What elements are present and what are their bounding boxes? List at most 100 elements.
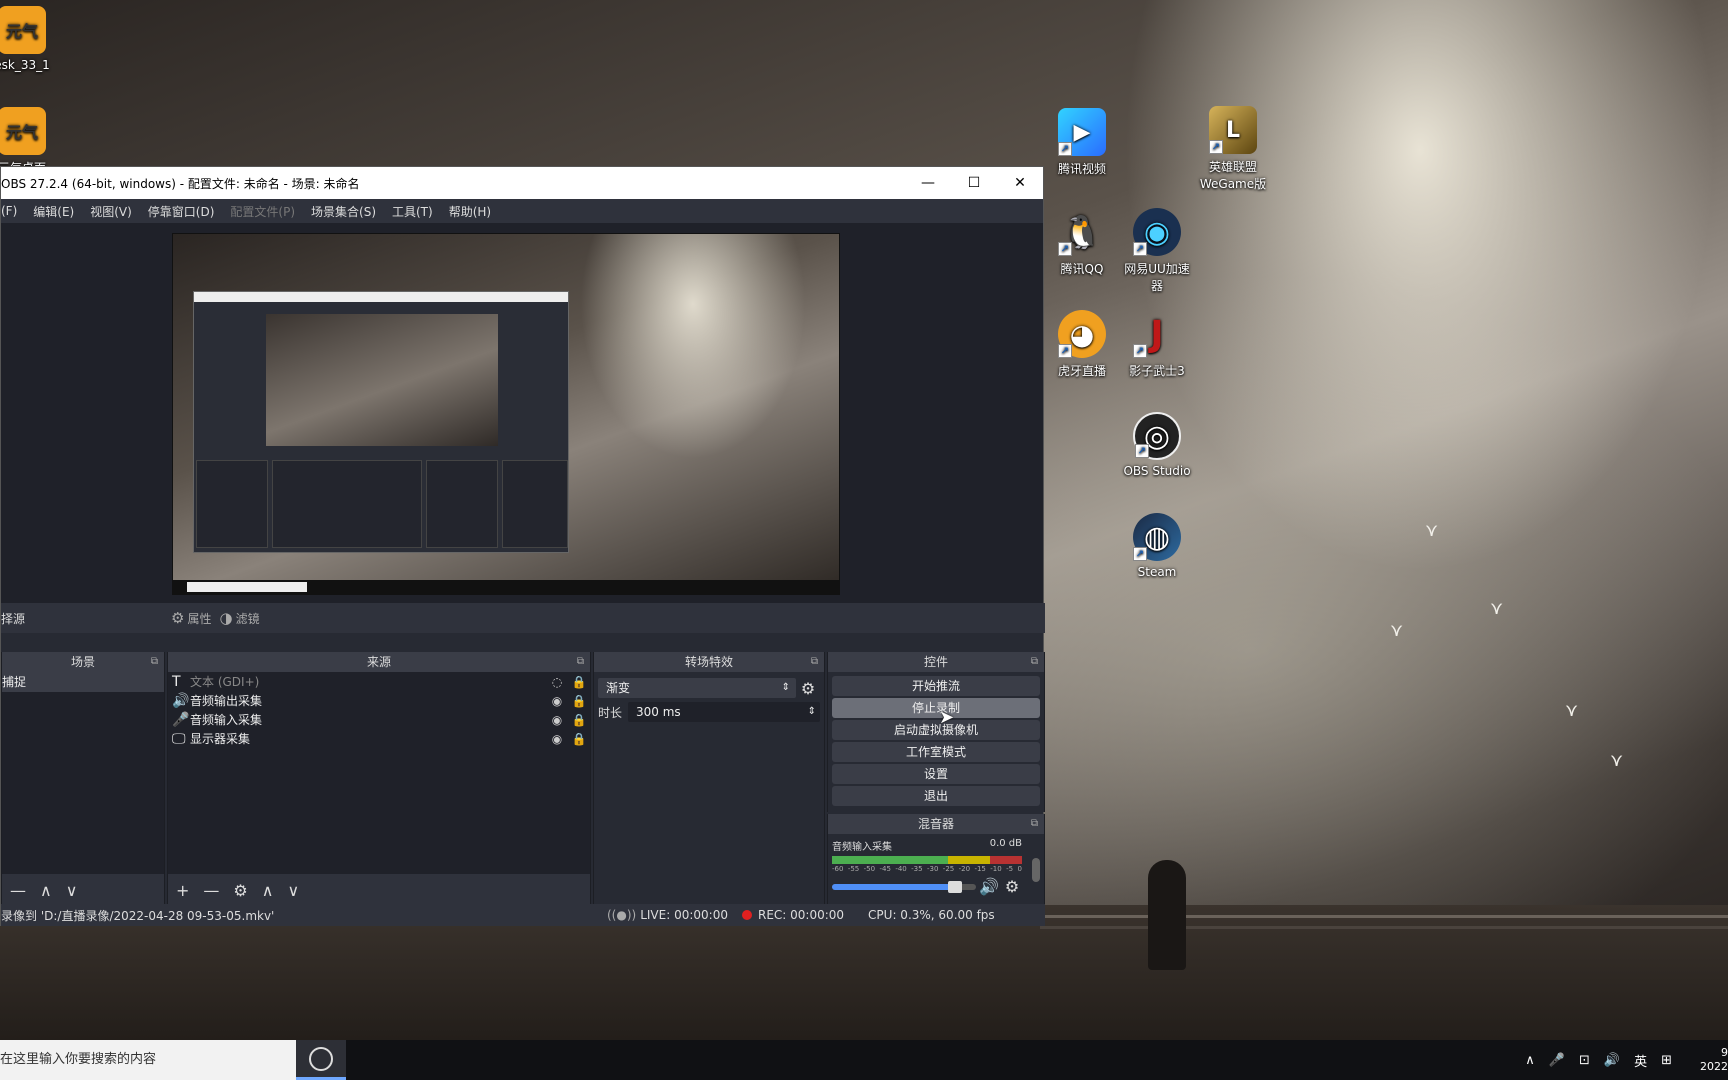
- menu-file[interactable]: (F): [1, 204, 17, 218]
- move-down-button[interactable]: ∨: [287, 881, 299, 900]
- move-down-button[interactable]: ∨: [66, 881, 78, 900]
- desktop-icon-steam[interactable]: ◍ ↗ Steam: [1117, 513, 1197, 579]
- scene-item[interactable]: 捕捉: [2, 672, 164, 692]
- float-icon[interactable]: ⧉: [577, 652, 584, 672]
- menu-profile[interactable]: 配置文件(P): [230, 203, 295, 220]
- desktop-icon-yuanqi2[interactable]: 元气 元气桌面: [0, 107, 62, 169]
- desktop-icon-shadow-warrior[interactable]: J ↗ 影子武士3: [1117, 310, 1197, 379]
- desktop-icon-label: 影子武士3: [1129, 364, 1185, 378]
- lock-icon[interactable]: 🔒: [568, 732, 590, 746]
- start-streaming-button[interactable]: 开始推流: [832, 676, 1040, 696]
- float-icon[interactable]: ⧉: [811, 652, 818, 672]
- volume-slider[interactable]: [832, 880, 976, 893]
- remove-source-button[interactable]: —: [203, 881, 219, 900]
- transition-settings-gear-icon[interactable]: ⚙: [796, 679, 820, 698]
- float-icon[interactable]: ⧉: [1031, 814, 1038, 834]
- tray-clock[interactable]: 9 2022: [1686, 1046, 1728, 1074]
- transitions-dock: 转场特效 ⧉ 渐变 ⇕ ⚙ 时长 300 ms ⇕: [593, 652, 825, 906]
- duration-input[interactable]: 300 ms ⇕: [628, 702, 820, 722]
- desktop-icon-qq[interactable]: 🐧 ↗ 腾讯QQ: [1042, 208, 1122, 277]
- lock-icon[interactable]: 🔒: [568, 694, 590, 708]
- eye-icon[interactable]: ◉: [546, 713, 568, 727]
- transition-select[interactable]: 渐变 ⇕: [598, 678, 796, 698]
- close-button[interactable]: ✕: [997, 167, 1043, 199]
- meter-tick-label: -55: [847, 865, 860, 873]
- taskbar-obs-button[interactable]: [296, 1040, 346, 1080]
- menu-scene-collection[interactable]: 场景集合(S): [311, 203, 376, 220]
- gear-icon[interactable]: ⚙: [1002, 877, 1022, 896]
- lock-icon[interactable]: 🔒: [568, 675, 590, 689]
- desktop-icon-obs[interactable]: ◎ ↗ OBS Studio: [1117, 412, 1197, 478]
- stop-recording-button[interactable]: 停止录制: [832, 698, 1040, 718]
- tray-network-icon[interactable]: ⊡: [1579, 1053, 1590, 1068]
- taskbar-search[interactable]: 在这里输入你要搜索的内容: [0, 1040, 296, 1080]
- source-item-audio-output[interactable]: 🔊 音频输出采集 ◉ 🔒: [168, 691, 590, 710]
- start-virtual-camera-button[interactable]: 启动虚拟摄像机: [832, 720, 1040, 740]
- move-up-button[interactable]: ∧: [40, 881, 52, 900]
- tray-ime-label[interactable]: 英: [1634, 1051, 1647, 1070]
- obs-titlebar[interactable]: OBS 27.2.4 (64-bit, windows) - 配置文件: 未命名…: [1, 167, 1043, 199]
- controls-header: 控件 ⧉: [828, 652, 1044, 672]
- tray-chevron-icon[interactable]: ∧: [1525, 1053, 1535, 1068]
- float-icon[interactable]: ⧉: [1031, 652, 1038, 672]
- no-source-label: 择源: [1, 611, 26, 626]
- desktop-icon-tencent-video[interactable]: ▶ ↗ 腾讯视频: [1042, 108, 1122, 177]
- uu-accelerator-icon: ◉ ↗: [1133, 208, 1181, 256]
- menubar: (F) 编辑(E) 视图(V) 停靠窗口(D) 配置文件(P) 场景集合(S) …: [1, 199, 1043, 223]
- settings-button[interactable]: 设置: [832, 764, 1040, 784]
- exit-button[interactable]: 退出: [832, 786, 1040, 806]
- preview-nested-obs: [193, 291, 569, 553]
- filter-icon: ◑: [219, 609, 233, 627]
- tray-volume-icon[interactable]: 🔊: [1604, 1053, 1620, 1068]
- live-time: LIVE: 00:00:00: [640, 908, 728, 922]
- tray-ime-mode-icon[interactable]: ⊞: [1661, 1053, 1672, 1068]
- preview-canvas[interactable]: [172, 233, 840, 595]
- rec-dot-icon: [741, 910, 752, 920]
- mixer-dock: 混音器 ⧉ 音频输入采集 0.0 dB -60 -55 -50 -45 -40 -35 -30…: [827, 814, 1045, 904]
- huya-icon: ◕ ↗: [1058, 310, 1106, 358]
- eye-hidden-icon[interactable]: ◌: [546, 675, 568, 689]
- add-source-button[interactable]: +: [176, 881, 189, 900]
- mixer-header: 混音器 ⧉: [828, 814, 1044, 834]
- wallpaper-railing: [1040, 915, 1728, 929]
- float-icon[interactable]: ⧉: [151, 652, 158, 672]
- studio-mode-button[interactable]: 工作室模式: [832, 742, 1040, 762]
- source-settings-button[interactable]: ⚙: [233, 881, 247, 900]
- menu-edit[interactable]: 编辑(E): [33, 203, 74, 220]
- properties-button[interactable]: ⚙ 属性: [171, 609, 211, 627]
- shadow-warrior-icon: J ↗: [1133, 310, 1181, 358]
- status-bar: 录像到 'D:/直播录像/2022-04-28 09-53-05.mkv' ((…: [1, 904, 1045, 926]
- desktop-icon-yuanqi1[interactable]: 元气 esk_33_1: [0, 6, 62, 72]
- mixer-scrollbar[interactable]: [1032, 858, 1040, 882]
- eye-icon[interactable]: ◉: [546, 694, 568, 708]
- obs-studio-icon: ◎ ↗: [1133, 412, 1181, 460]
- bird-icon: ⋎: [1390, 620, 1404, 641]
- move-up-button[interactable]: ∧: [262, 881, 274, 900]
- desktop-icon-uu[interactable]: ◉ ↗ 网易UU加速 器: [1117, 208, 1197, 294]
- stepper-icon[interactable]: ⇕: [808, 702, 816, 722]
- source-item-display-capture[interactable]: 🖵 显示器采集 ◉ 🔒: [168, 729, 590, 748]
- live-icon: ((●)): [607, 908, 637, 922]
- tray-mic-icon[interactable]: 🎤: [1549, 1053, 1565, 1068]
- lol-icon: L ↗: [1209, 106, 1257, 154]
- minimize-button[interactable]: —: [905, 167, 951, 199]
- scenes-list: 捕捉: [2, 672, 164, 874]
- eye-icon[interactable]: ◉: [546, 732, 568, 746]
- maximize-button[interactable]: ☐: [951, 167, 997, 199]
- desktop-icon-huya[interactable]: ◕ ↗ 虎牙直播: [1042, 310, 1122, 379]
- obs-icon: [309, 1046, 333, 1071]
- menu-view[interactable]: 视图(V): [90, 203, 132, 220]
- scenes-dock: 场景 ⧉ 捕捉 — ∧ ∨: [1, 652, 165, 906]
- speaker-icon[interactable]: 🔊: [976, 877, 1002, 896]
- meter-scale: -60 -55 -50 -45 -40 -35 -30 -25 -20 -15 -10 -5 0: [832, 865, 1022, 873]
- remove-scene-button[interactable]: —: [10, 881, 26, 900]
- source-item-audio-input[interactable]: 🎤 音频输入采集 ◉ 🔒: [168, 710, 590, 729]
- menu-tools[interactable]: 工具(T): [392, 203, 433, 220]
- source-item-text[interactable]: T 文本 (GDI+) ◌ 🔒: [168, 672, 590, 691]
- menu-docks[interactable]: 停靠窗口(D): [148, 203, 215, 220]
- filters-button[interactable]: ◑ 滤镜: [219, 609, 259, 627]
- rec-time: REC: 00:00:00: [757, 908, 845, 922]
- desktop-icon-lol[interactable]: L ↗ 英雄联盟 WeGame版: [1193, 106, 1273, 192]
- lock-icon[interactable]: 🔒: [568, 713, 590, 727]
- menu-help[interactable]: 帮助(H): [449, 203, 491, 220]
